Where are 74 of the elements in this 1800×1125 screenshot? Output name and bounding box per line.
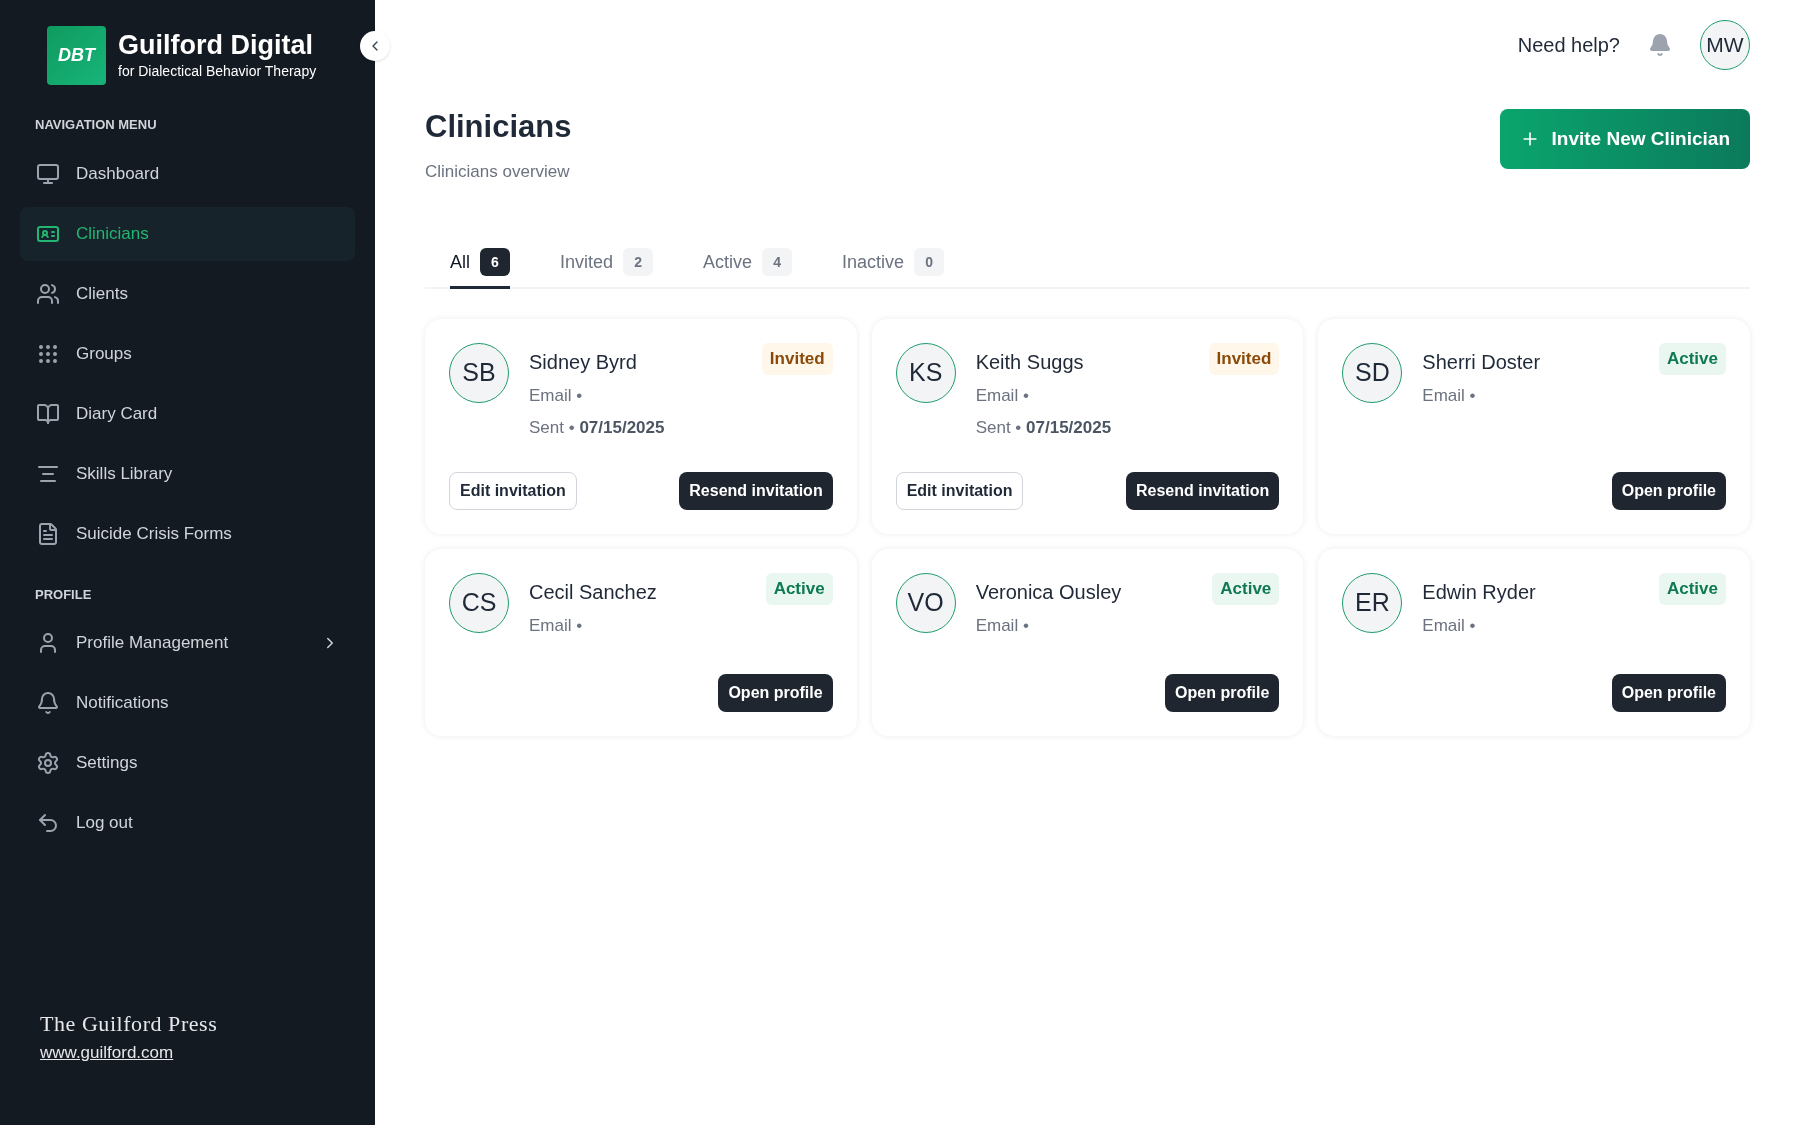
publisher-name: The Guilford Press [40, 1009, 219, 1038]
resend-invitation-button[interactable]: Resend invitation [1125, 472, 1280, 510]
nav-item[interactable]: Profile Management [20, 616, 355, 670]
nav-item[interactable]: Diary Card [20, 386, 355, 441]
nav-item[interactable]: Suicide Crisis Forms [20, 506, 355, 561]
nav-item[interactable]: Groups [20, 326, 355, 381]
email-label: Email • [1422, 615, 1477, 637]
monitor-icon [36, 161, 60, 186]
edit-invitation-button[interactable]: Edit invitation [895, 472, 1024, 510]
website-link[interactable]: www.guilford.com [40, 1039, 335, 1065]
nav-item[interactable]: Clinicians [20, 206, 355, 261]
avatar: SD [1342, 343, 1403, 403]
filter-tab[interactable]: Invited 2 [560, 248, 654, 289]
book-icon [36, 401, 60, 426]
bell-icon[interactable] [1648, 33, 1672, 57]
filter-tab[interactable]: Inactive 0 [842, 248, 945, 289]
clinician-name: Cecil Sanchez [529, 580, 658, 605]
count-badge: 6 [480, 248, 510, 276]
status-badge: Invited [761, 343, 833, 375]
count-badge: 0 [914, 248, 945, 276]
avatar: SB [449, 343, 509, 403]
clinician-name: Sidney Byrd [529, 350, 638, 375]
logout-icon [36, 811, 60, 835]
nav-item[interactable]: Skills Library [20, 446, 355, 501]
section-heading: NAVIGATION MENU [34, 116, 158, 134]
avatar: CS [449, 573, 509, 633]
nav-item[interactable]: Settings [20, 736, 355, 790]
sent-date: Sent • 07/15/2025 [975, 416, 1113, 439]
brand-name: Guilford Digital [118, 29, 314, 61]
edit-invitation-button[interactable]: Edit invitation [449, 472, 577, 510]
help-link[interactable]: Need help? [1517, 30, 1620, 60]
email-label: Email • [529, 385, 584, 407]
brand-tagline: for Dialectical Behavior Therapy [118, 62, 317, 81]
clinician-name: Edwin Ryder [1422, 580, 1537, 605]
status-badge: Active [1658, 573, 1726, 605]
open-profile-button[interactable]: Open profile [1165, 674, 1280, 712]
count-badge: 4 [762, 248, 793, 276]
email-label: Email • [975, 385, 1030, 407]
open-profile-button[interactable]: Open profile [1611, 674, 1726, 712]
logo: DBT [47, 26, 106, 85]
clinician-name: Keith Suggs [975, 350, 1085, 375]
user-avatar[interactable]: MW [1700, 20, 1750, 70]
nav-item[interactable]: Clients [20, 266, 355, 321]
settings-icon [36, 751, 60, 775]
users-icon [36, 281, 60, 306]
sent-date: Sent • 07/15/2025 [529, 416, 666, 439]
avatar: ER [1342, 573, 1403, 633]
bell-icon [36, 691, 60, 715]
clinician-name: Veronica Ousley [975, 580, 1123, 605]
resend-invitation-button[interactable]: Resend invitation [679, 472, 833, 510]
status-badge: Active [1212, 573, 1280, 605]
section-heading: PROFILE [34, 585, 93, 604]
filter-tab[interactable]: Active 4 [703, 248, 793, 289]
nav-item[interactable]: Dashboard [20, 146, 355, 201]
document-icon [36, 521, 60, 546]
avatar: VO [895, 573, 956, 633]
open-profile-button[interactable]: Open profile [1611, 472, 1726, 510]
avatar: KS [895, 343, 956, 403]
email-label: Email • [1422, 385, 1477, 407]
filter-tab[interactable]: All 6 [450, 248, 510, 289]
open-profile-button[interactable]: Open profile [718, 674, 833, 712]
status-badge: Active [1658, 343, 1726, 375]
nav-item[interactable]: Notifications [20, 676, 355, 730]
page-subtitle: Clinicians overview [425, 160, 571, 183]
status-badge: Invited [1208, 343, 1280, 375]
page-title: Clinicians [425, 108, 572, 146]
nav-item[interactable]: Log out [20, 796, 355, 850]
count-badge: 2 [623, 248, 654, 276]
email-label: Email • [975, 615, 1030, 637]
invite-clinician-button[interactable]: Invite New Clinician [1499, 109, 1750, 169]
clinician-name: Sherri Doster [1422, 350, 1542, 375]
collapse-sidebar-button[interactable] [360, 31, 390, 61]
status-badge: Active [765, 573, 833, 605]
email-label: Email • [529, 615, 584, 637]
